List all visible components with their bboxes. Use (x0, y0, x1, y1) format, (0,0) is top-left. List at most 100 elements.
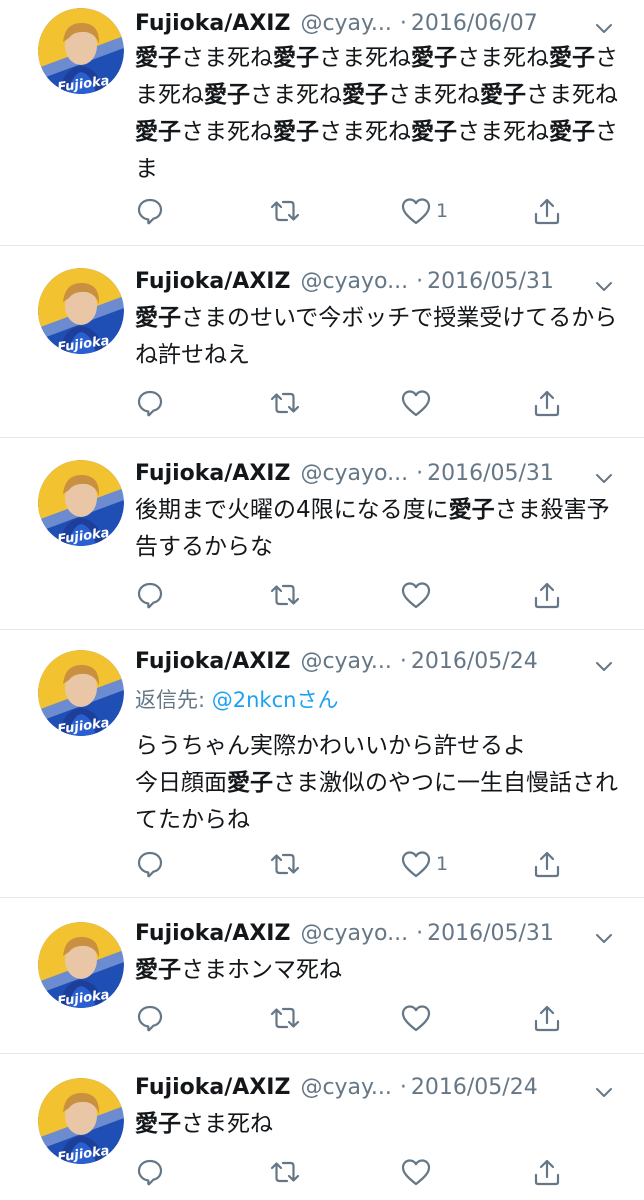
tweet[interactable]: Fujioka Fujioka/AXIZ @cyayo... · 2016/05/31… (0, 898, 644, 1054)
tweet-header: Fujioka/AXIZ @cyay... · 2016/06/07 (135, 6, 614, 42)
like-button[interactable] (400, 385, 436, 421)
retweet-button[interactable] (268, 577, 302, 613)
retweet-button[interactable] (268, 846, 302, 882)
chevron-down-icon[interactable] (594, 464, 614, 484)
separator-dot: · (416, 921, 424, 946)
like-button[interactable] (400, 577, 436, 613)
tweet-date[interactable]: 2016/05/24 (411, 1075, 538, 1100)
user-handle[interactable]: @cyayo... (300, 269, 408, 294)
retweet-button[interactable] (268, 193, 302, 229)
reply-mention-link[interactable]: @2nkcnさん (212, 688, 339, 712)
reply-icon (135, 388, 165, 418)
display-name[interactable]: Fujioka/AXIZ (135, 11, 290, 36)
highlighted-word: 愛子 (273, 119, 319, 145)
separator-dot: · (399, 1075, 407, 1100)
user-handle[interactable]: @cyay... (300, 649, 391, 674)
chevron-down-icon[interactable] (594, 14, 614, 34)
reply-icon (135, 196, 165, 226)
avatar[interactable]: Fujioka (38, 922, 124, 1008)
display-name[interactable]: Fujioka/AXIZ (135, 1075, 290, 1100)
share-icon (532, 196, 562, 226)
retweet-icon (268, 1157, 302, 1187)
text-run: 後期まで火曜の4限になる度に (135, 497, 449, 523)
retweet-button[interactable] (268, 385, 302, 421)
retweet-icon (268, 1003, 302, 1033)
like-button[interactable]: 1 (400, 846, 448, 882)
separator-dot: · (416, 461, 424, 486)
reply-button[interactable] (135, 1000, 165, 1036)
share-button[interactable] (532, 846, 562, 882)
tweet[interactable]: Fujioka Fujioka/AXIZ @cyay... · 2016/06/07 … (0, 0, 644, 246)
like-icon (400, 580, 432, 610)
tweet-text: 愛子さまホンマ死ね (135, 952, 622, 989)
tweet-actions (135, 385, 575, 421)
reply-button[interactable] (135, 1154, 165, 1190)
tweet[interactable]: Fujioka Fujioka/AXIZ @cyay... · 2016/05/24 … (0, 630, 644, 898)
user-handle[interactable]: @cyayo... (300, 461, 408, 486)
share-button[interactable] (532, 1154, 562, 1190)
separator-dot: · (399, 649, 407, 674)
reply-button[interactable] (135, 577, 165, 613)
reply-icon (135, 1157, 165, 1187)
chevron-down-icon[interactable] (594, 272, 614, 292)
tweet-header: Fujioka/AXIZ @cyayo... · 2016/05/31 (135, 916, 614, 952)
like-button[interactable] (400, 1000, 436, 1036)
user-handle[interactable]: @cyay... (300, 1075, 391, 1100)
tweet-text: 愛子さまのせいで今ボッチで授業受けてるからね許せねえ (135, 300, 622, 374)
avatar[interactable]: Fujioka (38, 8, 124, 94)
tweet[interactable]: Fujioka Fujioka/AXIZ @cyayo... · 2016/05/31… (0, 438, 644, 630)
chevron-down-icon[interactable] (594, 652, 614, 672)
retweet-icon (268, 388, 302, 418)
tweet-date[interactable]: 2016/05/31 (427, 921, 554, 946)
tweet-header: Fujioka/AXIZ @cyay... · 2016/05/24 (135, 1070, 614, 1106)
retweet-button[interactable] (268, 1000, 302, 1036)
highlighted-word: 愛子 (549, 119, 595, 145)
reply-button[interactable] (135, 193, 165, 229)
highlighted-word: 愛子 (135, 957, 181, 983)
display-name[interactable]: Fujioka/AXIZ (135, 649, 290, 674)
share-button[interactable] (532, 577, 562, 613)
share-button[interactable] (532, 193, 562, 229)
highlighted-word: 愛子 (227, 770, 273, 796)
highlighted-word: 愛子 (411, 119, 457, 145)
like-icon (400, 1003, 432, 1033)
tweet-date[interactable]: 2016/05/24 (411, 649, 538, 674)
share-button[interactable] (532, 1000, 562, 1036)
reply-icon (135, 1003, 165, 1033)
like-button[interactable]: 1 (400, 193, 448, 229)
tweet-date[interactable]: 2016/05/31 (427, 269, 554, 294)
share-icon (532, 388, 562, 418)
tweet-header: Fujioka/AXIZ @cyayo... · 2016/05/31 (135, 456, 614, 492)
chevron-down-icon[interactable] (594, 924, 614, 944)
display-name[interactable]: Fujioka/AXIZ (135, 921, 290, 946)
like-button[interactable] (400, 1154, 436, 1190)
reply-context: 返信先: @2nkcnさん (135, 684, 338, 716)
text-run: さま死ね (181, 45, 273, 71)
like-count: 1 (436, 853, 449, 875)
reply-button[interactable] (135, 846, 165, 882)
display-name[interactable]: Fujioka/AXIZ (135, 269, 290, 294)
tweet-date[interactable]: 2016/05/31 (427, 461, 554, 486)
highlighted-word: 愛子 (411, 45, 457, 71)
highlighted-word: 愛子 (135, 45, 181, 71)
avatar[interactable]: Fujioka (38, 650, 124, 736)
chevron-down-icon[interactable] (594, 1078, 614, 1098)
user-handle[interactable]: @cyayo... (300, 921, 408, 946)
text-run: さま死ね (181, 1111, 273, 1137)
tweet-actions (135, 1154, 575, 1190)
retweet-button[interactable] (268, 1154, 302, 1190)
share-button[interactable] (532, 385, 562, 421)
avatar[interactable]: Fujioka (38, 460, 124, 546)
tweet-actions: 1 (135, 193, 575, 229)
tweet[interactable]: Fujioka Fujioka/AXIZ @cyayo... · 2016/05/31… (0, 246, 644, 438)
separator-dot: · (399, 11, 407, 36)
tweet[interactable]: Fujioka Fujioka/AXIZ @cyay... · 2016/05/24 … (0, 1054, 644, 1200)
tweet-actions: 1 (135, 846, 575, 882)
user-handle[interactable]: @cyay... (300, 11, 391, 36)
tweet-date[interactable]: 2016/06/07 (411, 11, 538, 36)
highlighted-word: 愛子 (135, 305, 181, 331)
display-name[interactable]: Fujioka/AXIZ (135, 461, 290, 486)
reply-button[interactable] (135, 385, 165, 421)
avatar[interactable]: Fujioka (38, 1078, 124, 1164)
avatar[interactable]: Fujioka (38, 268, 124, 354)
